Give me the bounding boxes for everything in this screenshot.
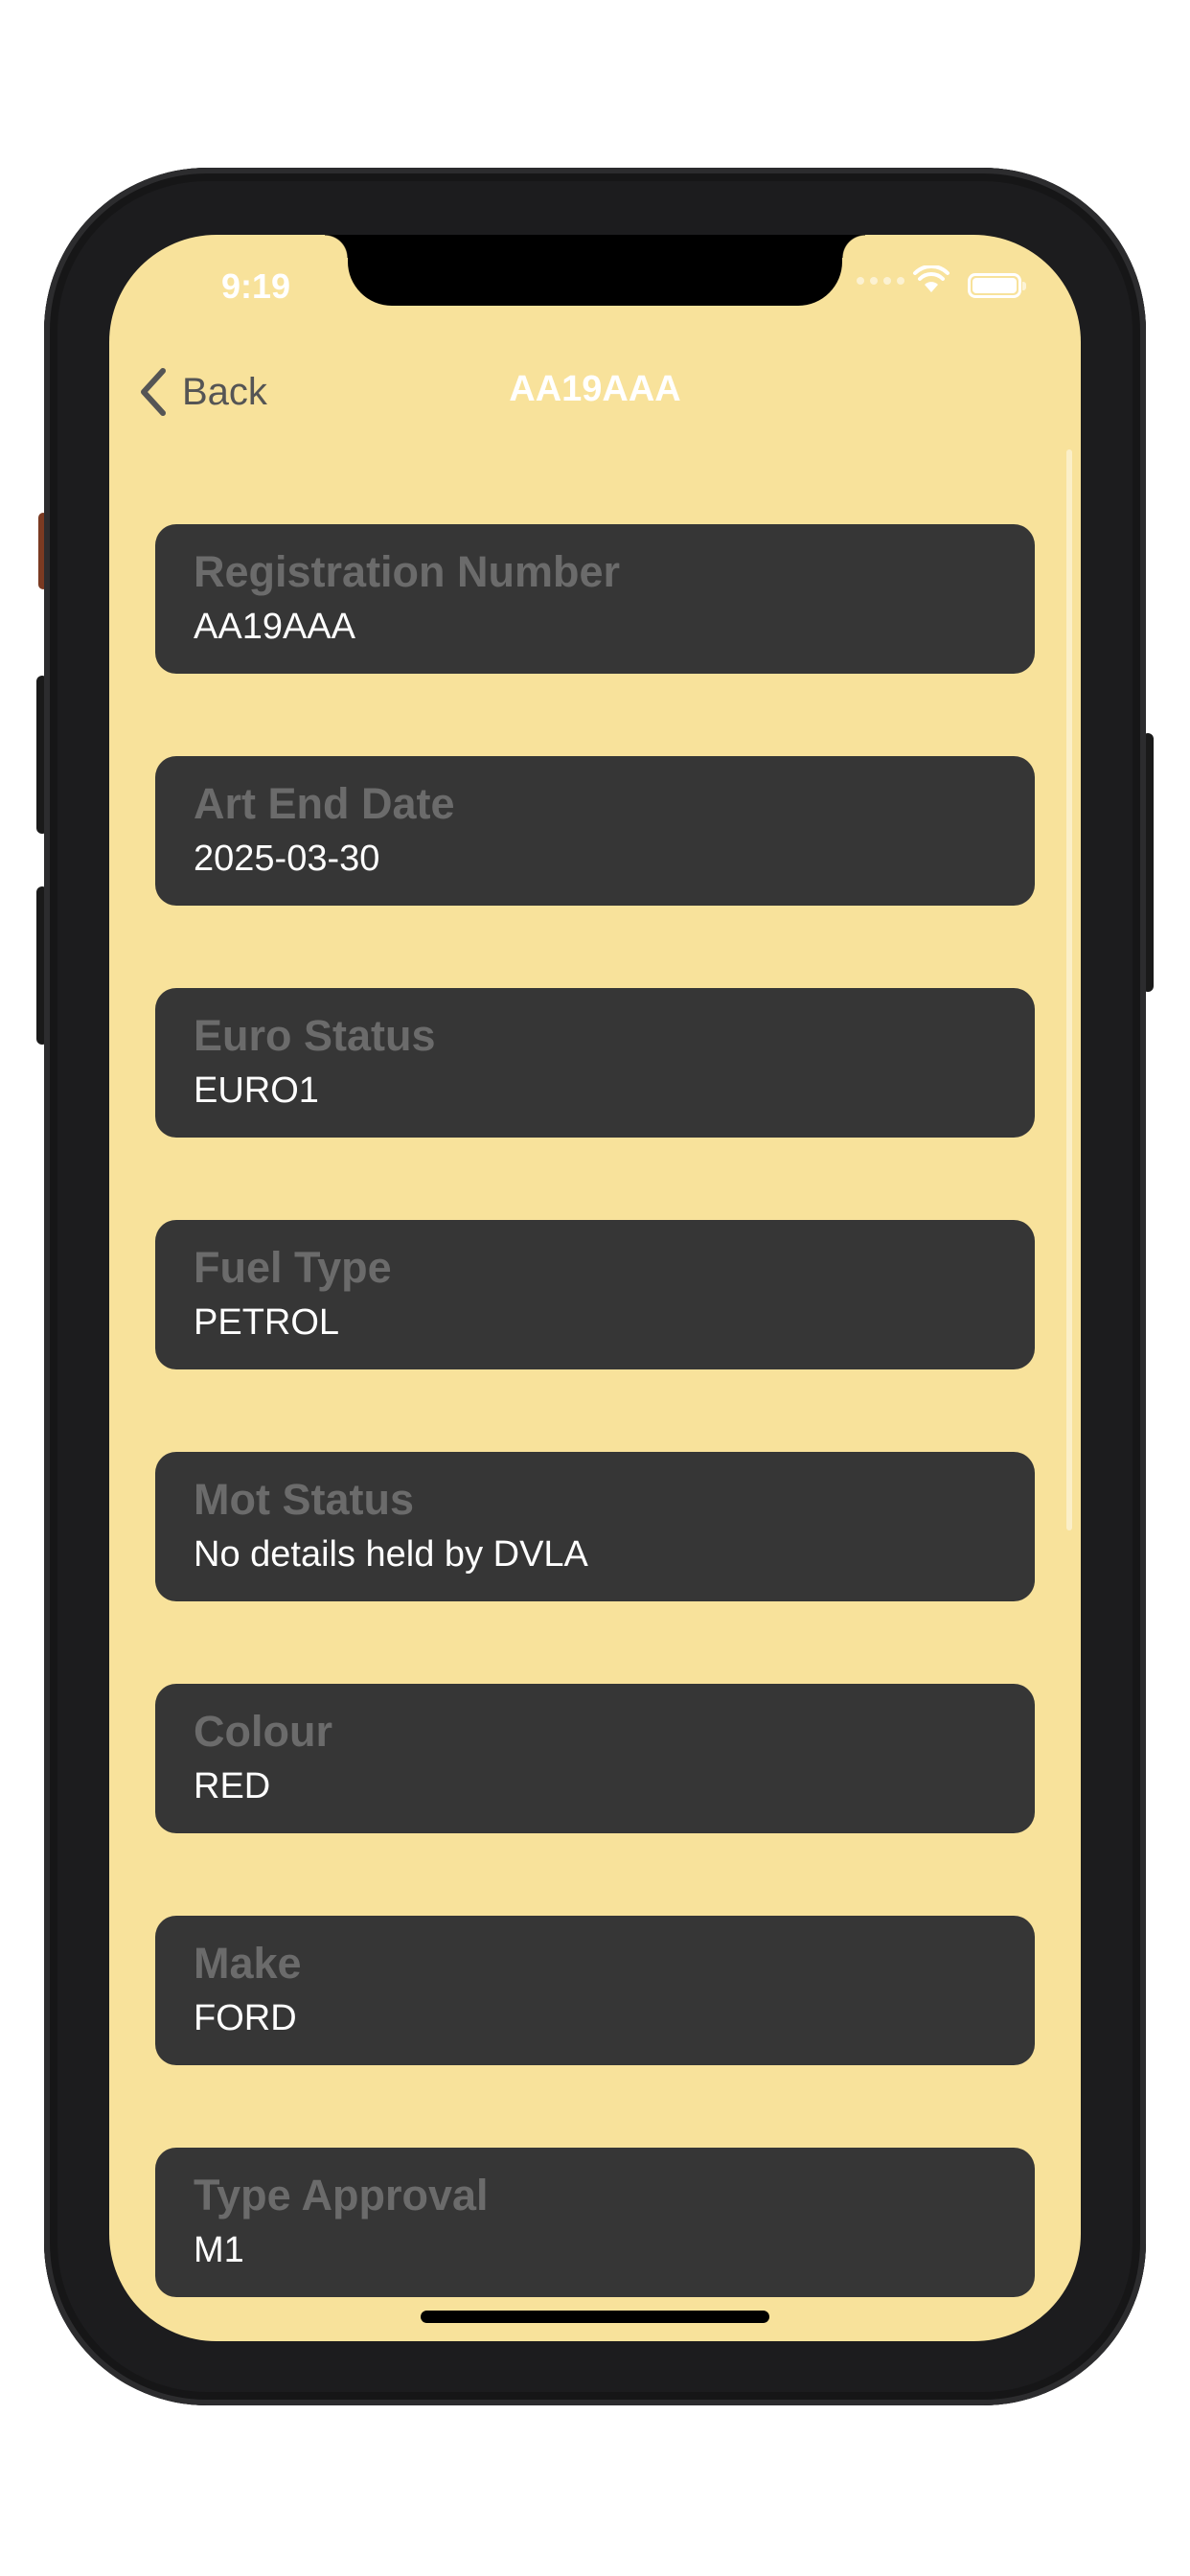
detail-card-make: Make FORD [155, 1916, 1035, 2065]
detail-label: Euro Status [194, 1011, 436, 1060]
scroll-indicator[interactable] [1066, 449, 1072, 1530]
detail-card-colour: Colour RED [155, 1684, 1035, 1833]
detail-value: AA19AAA [194, 607, 355, 647]
navigation-bar: Back AA19AAA [109, 357, 1081, 425]
details-list: Registration Number AA19AAA Art End Date… [155, 524, 1035, 2341]
detail-label: Make [194, 1939, 302, 1988]
detail-card-art-end-date: Art End Date 2025-03-30 [155, 756, 1035, 906]
page-title: AA19AAA [509, 369, 681, 409]
detail-card-mot-status: Mot Status No details held by DVLA [155, 1452, 1035, 1601]
wifi-icon [913, 265, 950, 292]
detail-value: 2025-03-30 [194, 839, 380, 879]
detail-value: EURO1 [194, 1070, 319, 1111]
status-time: 9:19 [220, 266, 291, 306]
home-indicator[interactable] [421, 2311, 769, 2323]
detail-label: Registration Number [194, 547, 621, 596]
battery-icon [968, 273, 1026, 298]
detail-label: Colour [194, 1707, 332, 1756]
detail-label: Art End Date [194, 779, 455, 828]
signal-dots-icon [857, 277, 904, 285]
detail-card-registration-number: Registration Number AA19AAA [155, 524, 1035, 674]
detail-label: Type Approval [194, 2171, 489, 2220]
notch [325, 235, 865, 306]
detail-value: PETROL [194, 1302, 340, 1343]
detail-value: FORD [194, 1998, 297, 2038]
detail-value: M1 [194, 2230, 244, 2270]
detail-card-type-approval: Type Approval M1 [155, 2148, 1035, 2297]
app-screen: 9:19 Back AA19AAA Registration Number AA… [109, 235, 1081, 2341]
detail-label: Mot Status [194, 1475, 414, 1524]
detail-card-euro-status: Euro Status EURO1 [155, 988, 1035, 1138]
detail-value: No details held by DVLA [194, 1534, 588, 1575]
detail-card-fuel-type: Fuel Type PETROL [155, 1220, 1035, 1369]
detail-value: RED [194, 1766, 271, 1806]
detail-label: Fuel Type [194, 1243, 392, 1292]
